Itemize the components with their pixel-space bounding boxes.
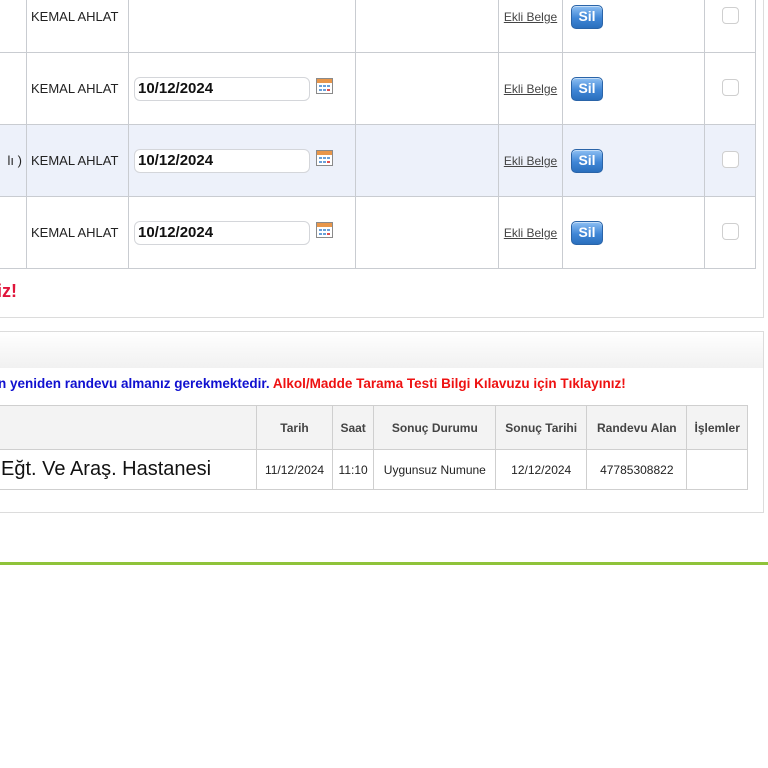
appointment-date: 11/12/2024	[256, 449, 333, 490]
table-row: KEMAL AHLAT Ekli Belge Sil	[0, 0, 756, 53]
attached-document-link[interactable]: Ekli Belge	[504, 10, 557, 24]
row-actions	[686, 449, 748, 490]
attachment-cell: Ekli Belge	[498, 124, 563, 197]
result-date: 12/12/2024	[495, 449, 588, 490]
date-input[interactable]: 10/12/2024	[134, 220, 310, 245]
row-left-fragment	[0, 52, 27, 125]
panel-header	[0, 332, 763, 368]
empty-cell	[355, 124, 499, 197]
delete-button[interactable]: Sil	[571, 4, 603, 29]
row-left-fragment	[0, 196, 27, 269]
documents-table: KEMAL AHLAT Ekli Belge Sil KEMAL AHLAT 1…	[0, 0, 756, 269]
col-actions: İşlemler	[686, 405, 748, 450]
select-cell	[704, 52, 756, 125]
col-result-date: Sonuç Tarihi	[495, 405, 588, 450]
select-checkbox[interactable]	[721, 222, 739, 240]
delete-cell: Sil	[562, 0, 705, 53]
appointments-table: Tarih Saat Sonuç Durumu Sonuç Tarihi Ran…	[0, 405, 748, 490]
table-row: KEMAL AHLAT 10/12/2024 Ekli Belge Sil	[0, 52, 756, 125]
calendar-icon[interactable]	[316, 149, 333, 166]
date-cell: 10/12/2024	[128, 124, 356, 197]
appointment-time: 11:10	[331, 449, 375, 490]
attached-document-link[interactable]: Ekli Belge	[504, 154, 557, 168]
select-cell	[704, 0, 756, 53]
empty-cell	[355, 0, 499, 53]
table-row: Eğt. Ve Araş. Hastanesi 11/12/2024 11:10…	[0, 449, 748, 490]
attached-document-link[interactable]: Ekli Belge	[504, 82, 557, 96]
attachment-cell: Ekli Belge	[498, 196, 563, 269]
table-header-row: Tarih Saat Sonuç Durumu Sonuç Tarihi Ran…	[0, 405, 748, 450]
empty-cell	[355, 52, 499, 125]
table-row: lı ) KEMAL AHLAT 10/12/2024 Ekli Belge S…	[0, 124, 756, 197]
delete-cell: Sil	[562, 52, 705, 125]
attachment-cell: Ekli Belge	[498, 52, 563, 125]
hospital-name: Eğt. Ve Araş. Hastanesi	[0, 449, 258, 490]
date-cell	[128, 0, 356, 53]
table-row: KEMAL AHLAT 10/12/2024 Ekli Belge Sil	[0, 196, 756, 269]
col-time: Saat	[331, 405, 375, 450]
warning-message: iz!	[0, 281, 17, 301]
select-checkbox[interactable]	[721, 6, 739, 24]
select-cell	[704, 124, 756, 197]
delete-button[interactable]: Sil	[571, 148, 603, 173]
date-input[interactable]: 10/12/2024	[134, 148, 310, 173]
delete-button[interactable]: Sil	[571, 220, 603, 245]
notice-text: n yeniden randevu almanız gerekmektedir.	[0, 376, 270, 391]
delete-button[interactable]: Sil	[571, 76, 603, 101]
select-checkbox[interactable]	[721, 78, 739, 96]
delete-cell: Sil	[562, 124, 705, 197]
col-status: Sonuç Durumu	[373, 405, 497, 450]
guide-link[interactable]: Alkol/Madde Tarama Testi Bilgi Kılavuzu …	[273, 376, 626, 391]
person-name: KEMAL AHLAT	[26, 0, 129, 53]
appointment-notice: n yeniden randevu almanız gerekmektedir.…	[0, 376, 626, 391]
row-left-fragment: lı )	[0, 124, 27, 197]
footer-divider	[0, 562, 768, 565]
date-cell: 10/12/2024	[128, 196, 356, 269]
person-name: KEMAL AHLAT	[26, 196, 129, 269]
row-left-fragment	[0, 0, 27, 53]
appointment-taken-by: 47785308822	[586, 449, 688, 490]
empty-cell	[355, 196, 499, 269]
attachment-cell: Ekli Belge	[498, 0, 563, 53]
select-cell	[704, 196, 756, 269]
date-cell: 10/12/2024	[128, 52, 356, 125]
result-status: Uygunsuz Numune	[373, 449, 497, 490]
calendar-icon[interactable]	[316, 77, 333, 94]
delete-cell: Sil	[562, 196, 705, 269]
attached-document-link[interactable]: Ekli Belge	[504, 226, 557, 240]
select-checkbox[interactable]	[721, 150, 739, 168]
col-date: Tarih	[256, 405, 333, 450]
calendar-icon[interactable]	[316, 221, 333, 238]
col-hospital	[0, 405, 258, 450]
date-input[interactable]: 10/12/2024	[134, 76, 310, 101]
col-taken-by: Randevu Alan	[586, 405, 688, 450]
person-name: KEMAL AHLAT	[26, 124, 129, 197]
person-name: KEMAL AHLAT	[26, 52, 129, 125]
